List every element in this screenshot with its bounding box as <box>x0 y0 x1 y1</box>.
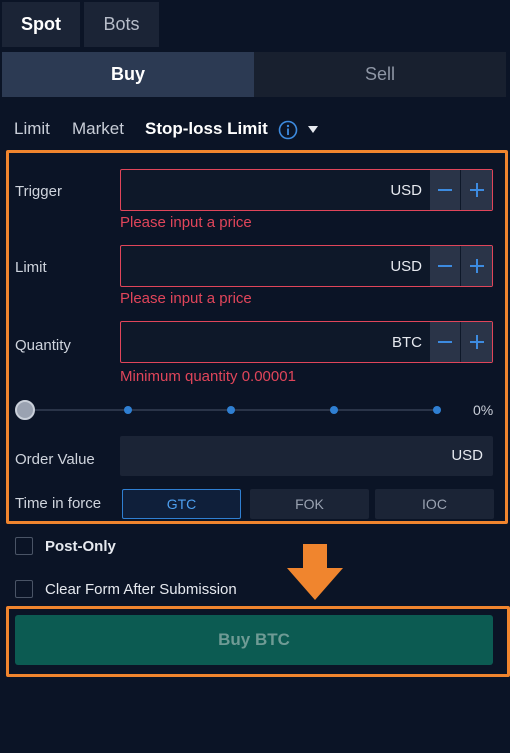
plus-icon <box>469 335 484 349</box>
slider-step-75[interactable] <box>330 406 338 414</box>
trigger-decrement-button[interactable] <box>430 170 461 210</box>
order-value-field[interactable]: USD <box>120 436 493 476</box>
plus-icon <box>469 259 484 273</box>
tif-fok-button[interactable]: FOK <box>250 489 369 519</box>
trigger-unit: USD <box>390 182 422 199</box>
limit-input[interactable]: USD <box>120 245 493 287</box>
order-value-label: Order Value <box>15 451 95 468</box>
slider-percent: 0% <box>473 402 494 418</box>
slider-step-100[interactable] <box>433 406 441 414</box>
time-in-force-label: Time in force <box>15 495 102 512</box>
order-type-limit[interactable]: Limit <box>14 119 50 139</box>
caret-down-icon[interactable] <box>307 125 319 135</box>
limit-decrement-button[interactable] <box>430 246 461 286</box>
tab-bots[interactable]: Bots <box>84 2 159 47</box>
post-only-label: Post-Only <box>45 538 116 555</box>
slider-step-50[interactable] <box>227 406 235 414</box>
quantity-decrement-button[interactable] <box>430 322 461 362</box>
clear-form-checkbox[interactable] <box>15 580 33 598</box>
info-icon[interactable] <box>278 120 298 140</box>
tif-gtc-button[interactable]: GTC <box>122 489 241 519</box>
tab-spot[interactable]: Spot <box>2 2 80 47</box>
minus-icon <box>438 189 452 191</box>
order-type-market[interactable]: Market <box>72 119 124 139</box>
minus-icon <box>438 265 452 267</box>
quantity-input[interactable]: BTC <box>120 321 493 363</box>
amount-slider-handle[interactable] <box>15 400 35 420</box>
buy-tab[interactable]: Buy <box>2 52 254 97</box>
quantity-unit: BTC <box>392 334 422 351</box>
buy-btc-button[interactable]: Buy BTC <box>15 615 493 665</box>
order-type-stop-loss-limit[interactable]: Stop-loss Limit <box>145 119 268 139</box>
plus-icon <box>469 183 484 197</box>
quantity-error: Minimum quantity 0.00001 <box>120 368 296 385</box>
minus-icon <box>438 341 452 343</box>
quantity-label: Quantity <box>15 337 71 354</box>
tif-ioc-button[interactable]: IOC <box>375 489 494 519</box>
arrow-down-icon <box>287 544 343 600</box>
limit-error: Please input a price <box>120 290 252 307</box>
trigger-input[interactable]: USD <box>120 169 493 211</box>
slider-step-25[interactable] <box>124 406 132 414</box>
trigger-label: Trigger <box>15 183 62 200</box>
sell-tab[interactable]: Sell <box>254 52 506 97</box>
order-value-unit: USD <box>451 447 483 464</box>
trigger-increment-button[interactable] <box>461 170 492 210</box>
post-only-checkbox[interactable] <box>15 537 33 555</box>
trigger-error: Please input a price <box>120 214 252 231</box>
quantity-increment-button[interactable] <box>461 322 492 362</box>
limit-label: Limit <box>15 259 47 276</box>
limit-increment-button[interactable] <box>461 246 492 286</box>
clear-form-label: Clear Form After Submission <box>45 581 237 598</box>
limit-unit: USD <box>390 258 422 275</box>
